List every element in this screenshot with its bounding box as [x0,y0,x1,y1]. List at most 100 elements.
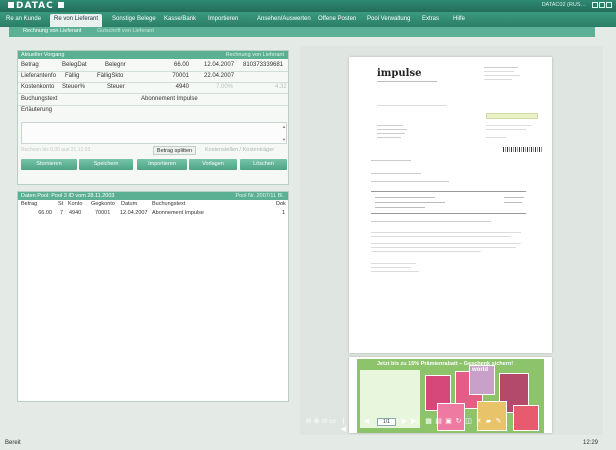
field-belegnr[interactable]: 810373339681 [243,62,283,68]
field-buchungstext[interactable]: Abonnement Impulse [141,96,198,102]
rule [375,207,425,208]
field-kostenkonto[interactable]: 4940 [161,84,189,90]
col-datum[interactable]: Datum [121,201,137,207]
field-faellig[interactable]: 22.04.2007 [204,73,234,79]
tab-gutschrift-von-lieferant[interactable]: Gutschrift von Lieferant [97,28,154,34]
menu-re-an-kunde[interactable]: Re an Kunde [2,14,45,25]
list-panel-header: Daten Pool: Pool 3 ID vom 28.11.2003 Poo… [18,192,288,200]
field-lieferant[interactable]: 70001 [161,73,189,79]
scroll-up-icon[interactable]: ▲ [282,124,286,129]
zoom-fit-icon[interactable]: ⊙ [321,418,328,426]
table-row[interactable]: 66.00 7 4940 70001 12.04.2007 Abonnement… [18,210,288,218]
invoice-page: impulse [349,57,552,353]
col-konto[interactable]: Konto [68,201,82,207]
remaining-amount-hint: Rechnen bis 0,00 aus 21.12.03 [21,147,91,153]
booking-list-panel: Daten Pool: Pool 3 ID vom 28.11.2003 Poo… [17,191,289,402]
menu-importieren[interactable]: Importieren [204,14,242,25]
divider [18,93,288,94]
rule [371,263,416,264]
col-st[interactable]: St [58,201,63,207]
col-dok[interactable]: Dok [276,201,286,207]
rotate-icon[interactable]: ↻ [455,418,462,426]
zoom-out-icon[interactable]: ⊖ [305,418,312,426]
cost-center-label[interactable]: Kostenstellen / Kostenträger [205,147,274,153]
rule [486,137,506,138]
rule [504,197,524,198]
stornieren-button[interactable]: Stornieren [21,159,77,170]
vorlagen-button[interactable]: Vorlagen [189,159,237,170]
thumbnail-icon[interactable]: ▦ [425,418,432,426]
viewer-toolbar: ⊖ ⊕ ⊙ ▭ |◀ ◀ 1/1 ▶ ▶| ▦ ▤ ▣ ↻ ◫ ✕ ▰ ✎ [305,418,555,433]
menu-offene-posten[interactable]: Offene Posten [314,14,360,25]
rule [371,271,419,272]
rule [484,71,514,72]
zoom-in-icon[interactable]: ⊕ [313,418,320,426]
list-panel-title: Daten Pool: Pool 3 ID vom 28.11.2003 [21,193,115,199]
col-betrag[interactable]: Betrag [21,201,37,207]
col-buchungstext[interactable]: Buchungstext [152,201,185,207]
maximize-icon[interactable] [599,2,605,8]
form-row-buchungstext: Buchungstext Abonnement Impulse [21,96,287,104]
rule [377,133,405,134]
cell-datum: 12.04.2007 [120,210,148,216]
edit-icon[interactable]: ✎ [495,418,502,426]
menu-re-von-lieferant[interactable]: Re von Lieferant [50,14,103,27]
label-faellig: Fällig [65,73,80,79]
rule [486,129,526,130]
cell-gegkonto: 70001 [95,210,111,216]
split-amount-button[interactable]: Betrag splitten [153,146,196,155]
form-panel-subtitle: Rechnung von Lieferant [225,52,284,58]
minimize-icon[interactable] [592,2,598,8]
form-row-betrag: Betrag BelegDat Belegnr 66.00 12.04.2007… [21,62,287,70]
fit-width-icon[interactable]: ▭ [329,418,336,426]
field-steuer-prozent[interactable]: 7.00% [216,84,233,90]
print-icon[interactable]: ▣ [445,418,452,426]
booking-form-panel: Aktueller Vorgang Rechnung von Lieferant… [17,50,289,185]
last-page-icon[interactable]: ▶| [411,418,418,426]
loeschen-button[interactable]: Löschen [240,159,287,170]
field-betrag[interactable]: 66.00 [161,62,189,68]
save-icon[interactable]: ◫ [465,418,472,426]
prev-page-icon[interactable]: ◀ [363,418,370,426]
menu-hilfe[interactable]: Hilfe [449,14,469,25]
menu-ansehen-auswerten[interactable]: Ansehen/Auswerten [253,14,315,25]
status-clock: 12:29 [582,440,598,446]
col-gegkonto[interactable]: Gegkonto [91,201,115,207]
first-page-icon[interactable]: |◀ [340,418,347,433]
tab-rechnung-von-lieferant[interactable]: Rechnung von Lieferant [23,28,81,34]
logo-square-icon-2 [57,2,64,8]
page-layout-icon[interactable]: ▤ [435,418,442,426]
label-lieferant: Lieferantenfo [21,73,57,79]
bookmark-icon[interactable]: ▰ [485,418,492,426]
label-faellig-skonto: FälligSkto [97,73,124,79]
label-steuer: Steuer [107,84,125,90]
close-icon[interactable] [606,2,612,8]
rule [484,79,512,80]
page-number-field[interactable]: 1/1 [377,418,396,426]
logo-square-icon [8,2,14,8]
speichern-button[interactable]: Speichern [79,159,133,170]
form-row-lieferant: Lieferantenfo Fällig FälligSkto 70001 22… [21,73,287,81]
field-belegdat[interactable]: 12.04.2007 [204,62,234,68]
menu-extras[interactable]: Extras [418,14,443,25]
rule [371,247,516,248]
delete-icon[interactable]: ✕ [475,418,482,426]
rule [371,251,481,252]
importieren-button[interactable]: Importieren [137,159,187,170]
menu-pool-verwaltung[interactable]: Pool Verwaltung [363,14,414,25]
label-belegdat: BelegDat [62,62,87,68]
rule [504,202,522,203]
rule [377,129,407,130]
menu-kasse-bank[interactable]: Kasse/Bank [160,14,200,25]
rule [371,213,526,214]
table-header: Betrag St Konto Gegkonto Datum Buchungst… [18,201,288,209]
menu-sonstige-belege[interactable]: Sonstige Belege [108,14,160,25]
scroll-down-icon[interactable]: ▼ [282,137,286,142]
erlaeuterung-textarea[interactable]: ▲ ▼ [21,122,287,144]
status-bar: Bereit 12:29 [0,437,616,450]
cell-buchungstext: Abonnement Impulse [152,210,204,216]
field-steuer[interactable]: 4.32 [275,84,287,90]
rule [371,221,491,222]
next-page-icon[interactable]: ▶ [401,418,408,426]
document-viewer[interactable]: impulse Jetzt bis zu 15% Prämienrabatt –… [300,46,603,435]
